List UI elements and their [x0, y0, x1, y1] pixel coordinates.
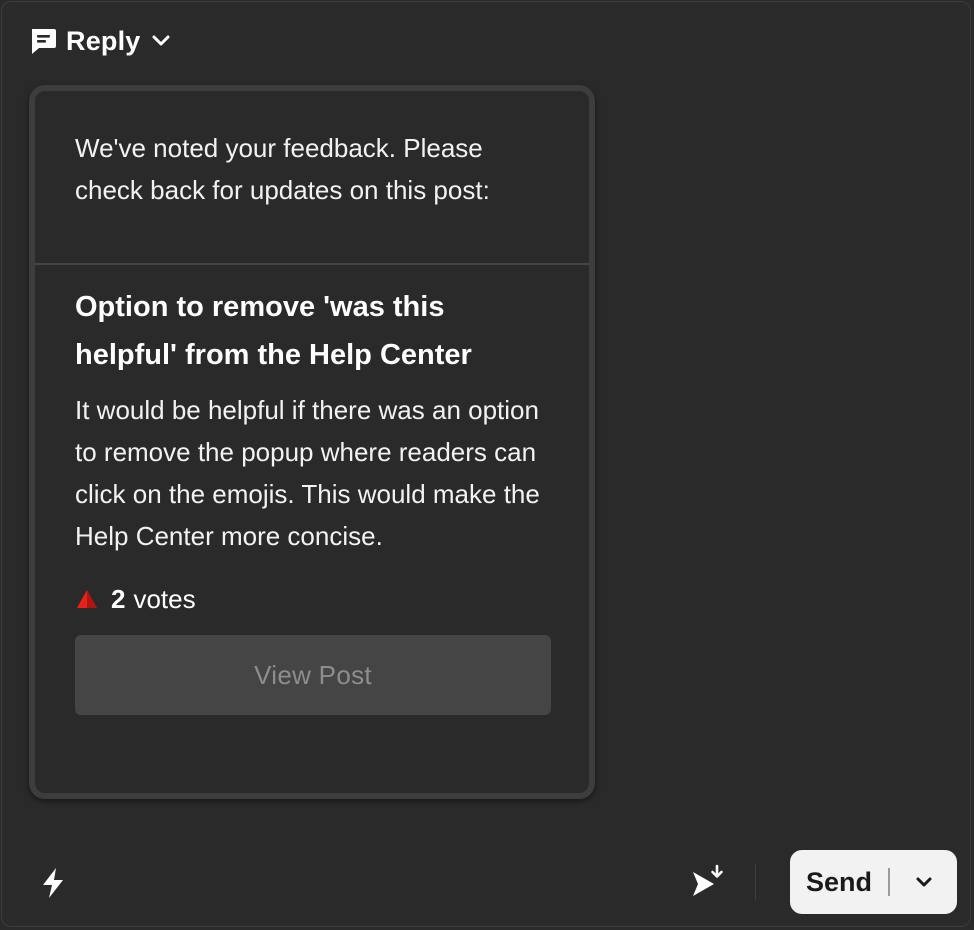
- chevron-down-icon: [916, 877, 931, 887]
- article-card: We've noted your feedback. Please check …: [29, 85, 595, 799]
- send-options-button[interactable]: [890, 850, 957, 914]
- lightning-bolt-icon[interactable]: [38, 866, 68, 900]
- vote-summary: 2 votes: [75, 579, 549, 619]
- send-later-icon[interactable]: [690, 864, 726, 900]
- chat-bubble-icon: [28, 26, 58, 56]
- card-intro-text: We've noted your feedback. Please check …: [75, 133, 490, 205]
- reply-composer: Reply We've noted your feedback. Please …: [1, 1, 971, 927]
- card-body: Option to remove 'was this helpful' from…: [35, 265, 589, 715]
- vote-label: votes: [133, 583, 196, 614]
- reply-mode-selector[interactable]: Reply: [28, 22, 171, 60]
- reply-mode-label: Reply: [66, 25, 141, 56]
- toolbar-separator: [755, 864, 756, 900]
- view-post-button[interactable]: View Post: [75, 635, 551, 715]
- send-button[interactable]: Send: [790, 850, 872, 914]
- post-title: Option to remove 'was this helpful' from…: [75, 291, 472, 371]
- chevron-down-icon: [151, 34, 171, 48]
- send-button-group: Send: [790, 850, 957, 914]
- upvote-triangle-icon: [75, 586, 101, 612]
- vote-count: 2: [111, 583, 126, 614]
- post-description: It would be helpful if there was an opti…: [75, 395, 540, 551]
